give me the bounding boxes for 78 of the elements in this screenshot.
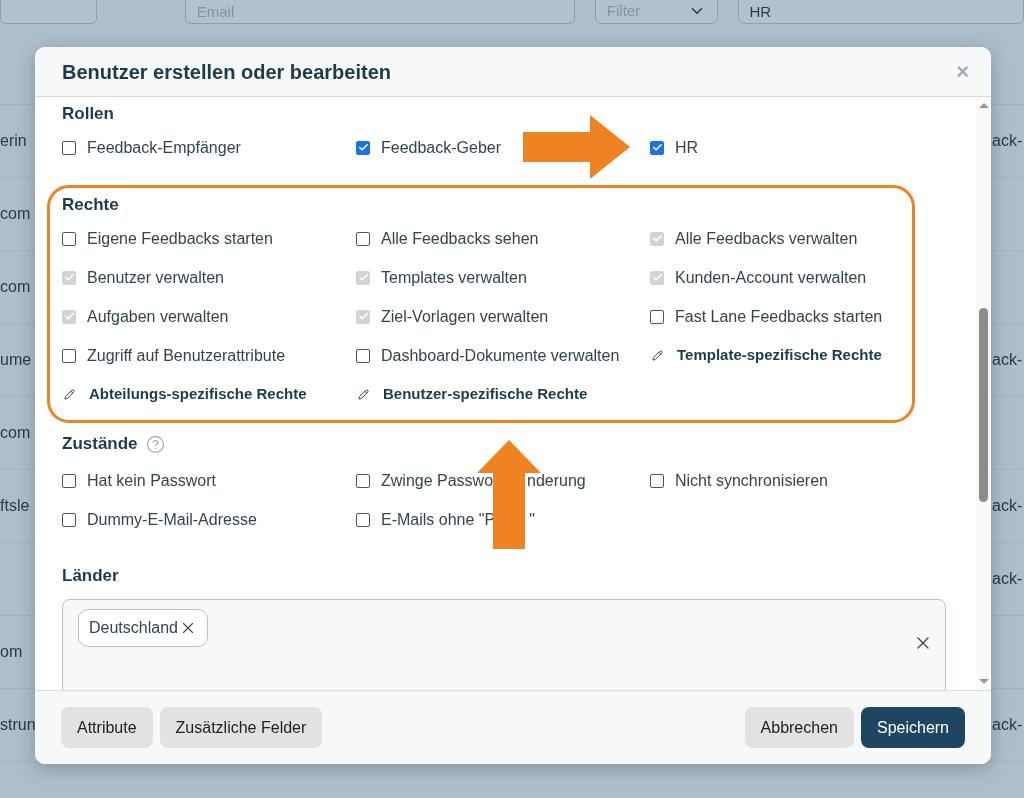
check-icon [651, 142, 663, 153]
checkbox[interactable] [356, 231, 370, 246]
table-cell: erin [0, 132, 27, 149]
check-icon [357, 142, 369, 153]
section-heading: Länder [62, 566, 119, 585]
help-icon[interactable] [145, 434, 165, 454]
table-cell: com [0, 424, 31, 441]
check-icon [651, 233, 663, 244]
checkbox[interactable] [650, 473, 664, 488]
checkbox[interactable] [62, 348, 76, 363]
checkbox[interactable] [62, 231, 76, 246]
checkbox-label: Benutzer verwalten [87, 267, 224, 288]
table-cell: ack- [992, 351, 1023, 368]
section-heading: Rollen [62, 103, 114, 126]
checkbox[interactable] [356, 140, 370, 155]
rights-link[interactable]: Template-spezifische Rechte [677, 344, 882, 367]
table-cell: strun [0, 716, 36, 733]
checkbox[interactable] [356, 473, 370, 488]
checkbox-label: Fast Lane Feedbacks starten [675, 306, 883, 327]
countries-field[interactable]: Deutschland [62, 598, 946, 690]
footer-button[interactable]: Zusätzliche Felder [159, 707, 323, 748]
checkbox[interactable] [356, 512, 370, 527]
scrollbar[interactable] [976, 97, 991, 690]
checkbox-label: Kunden-Account verwalten [675, 267, 867, 288]
table-cell: com [0, 278, 31, 295]
scroll-thumb[interactable] [979, 308, 988, 502]
pencil-icon [64, 389, 75, 400]
check-icon [357, 272, 369, 283]
scroll-down-icon[interactable] [978, 679, 989, 684]
table-cell: ftsle [0, 497, 30, 514]
table-cell: com [0, 205, 31, 222]
filter-field[interactable]: HR [737, 0, 1024, 24]
checkbox-label: Dashboard-Dokumente verwalten [381, 345, 620, 366]
footer-button[interactable]: Attribute [61, 707, 153, 748]
pencil-icon [358, 389, 369, 400]
checkbox[interactable] [62, 473, 76, 488]
checkbox[interactable] [356, 348, 370, 363]
checkbox-label: Feedback-Empfänger [87, 137, 241, 158]
table-cell: ack- [992, 497, 1023, 514]
checkbox-label: Eigene Feedbacks starten [87, 228, 273, 249]
right-arrow-icon [523, 115, 630, 179]
checkbox[interactable] [62, 140, 76, 155]
pencil-icon [652, 350, 663, 361]
rights-link[interactable]: Abteilungs-spezifische Rechte [89, 383, 307, 406]
check-icon [63, 311, 75, 322]
table-cell: ack- [992, 132, 1023, 149]
checkbox[interactable] [62, 512, 76, 527]
checkbox-label: Templates verwalten [381, 267, 527, 288]
checkbox-label: Dummy-E-Mail-Adresse [87, 509, 257, 530]
country-tag[interactable]: Deutschland [78, 608, 208, 647]
checkbox-label: Hat kein Passwort [87, 470, 216, 491]
checkbox-label: HR [675, 137, 699, 158]
table-cell: ack- [992, 570, 1023, 587]
checkbox-label: Zwinge Passwo [381, 470, 494, 491]
checkbox-label: Zugriff auf Benutzerattribute [87, 345, 286, 366]
save-button[interactable]: Speichern [860, 707, 965, 748]
dialog-title: Benutzer erstellen oder bearbeiten [62, 59, 391, 85]
checkbox-label: nderung [527, 470, 586, 491]
check-icon [651, 272, 663, 283]
checkbox[interactable] [650, 309, 664, 324]
table-cell: om [0, 643, 23, 660]
checkbox-label: Alle Feedbacks verwalten [675, 228, 858, 249]
checkbox-label: Nicht synchronisieren [675, 470, 828, 491]
table-cell: ume [0, 351, 32, 368]
checkbox-label: Ziel-Vorlagen verwalten [381, 306, 549, 327]
checkbox-label: " [529, 509, 535, 530]
checkbox[interactable] [650, 140, 664, 155]
section-heading: Rechte [62, 194, 119, 217]
table-cell: ack- [992, 716, 1023, 733]
checkbox-label: Feedback-Geber [381, 137, 502, 158]
cancel-button[interactable]: Abbrechen [744, 707, 854, 748]
section-heading: Zustände [62, 433, 138, 456]
checkbox-label: Aufgaben verwalten [87, 306, 229, 327]
check-icon [357, 311, 369, 322]
scroll-up-icon[interactable] [978, 103, 989, 108]
check-icon [63, 272, 75, 283]
rights-link[interactable]: Benutzer-spezifische Rechte [383, 383, 588, 406]
checkbox-label: Alle Feedbacks sehen [381, 228, 539, 249]
